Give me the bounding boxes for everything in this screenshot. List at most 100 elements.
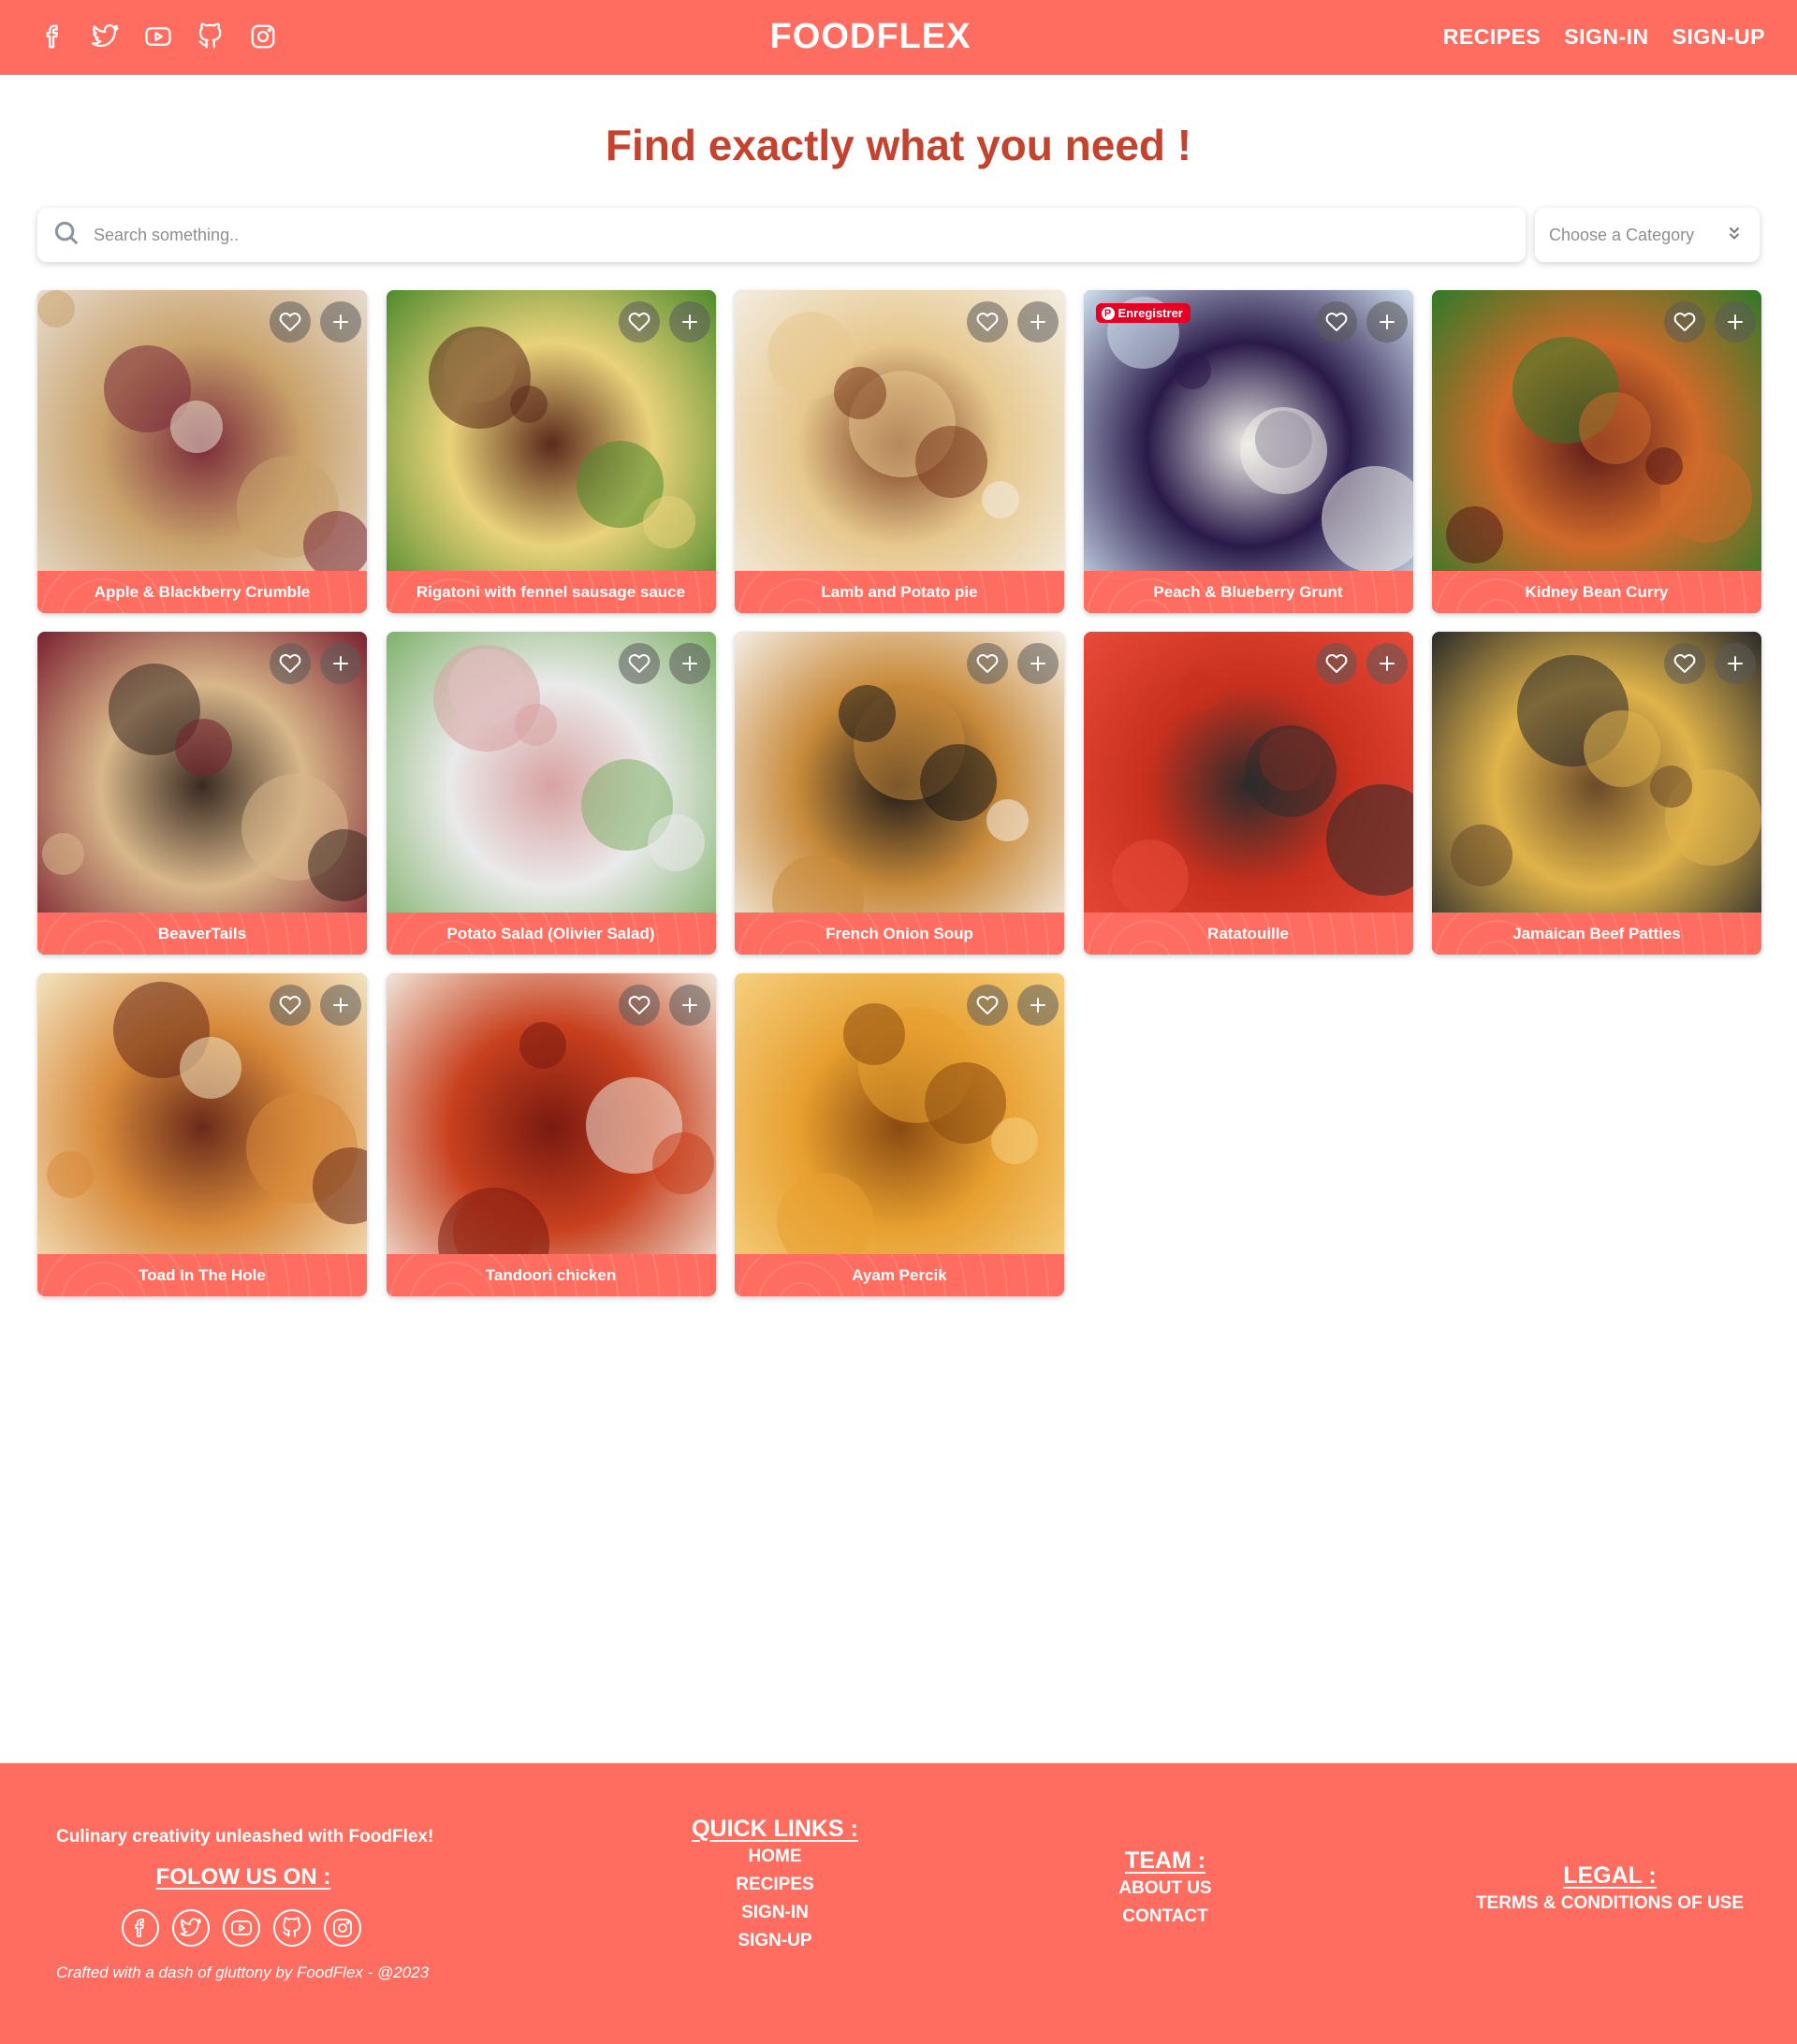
add-button[interactable] <box>668 643 710 684</box>
favorite-button[interactable] <box>967 985 1008 1026</box>
favorite-button[interactable] <box>618 643 660 684</box>
footer-link-sign-in[interactable]: SIGN-IN <box>681 1903 869 1923</box>
category-select[interactable]: Choose a Category <box>1535 208 1760 262</box>
nav-sign-up[interactable]: SIGN-UP <box>1673 24 1765 50</box>
add-button[interactable] <box>1017 301 1059 343</box>
recipe-name[interactable]: Lamb and Potato pie <box>735 571 1064 613</box>
card-actions <box>618 643 710 684</box>
favorite-button[interactable] <box>967 643 1008 684</box>
page-title: Find exactly what you need ! <box>605 121 1192 169</box>
footer-legal: LEGAL : TERMS & CONDITIONS OF USE <box>1460 1862 1760 1914</box>
recipe-name[interactable]: Toad In The Hole <box>37 1254 367 1296</box>
recipe-card[interactable]: Apple & Blackberry Crumble <box>37 290 367 613</box>
add-button[interactable] <box>1366 643 1408 684</box>
add-button[interactable] <box>1366 301 1408 343</box>
instagram-icon[interactable] <box>324 1909 361 1947</box>
food-texture <box>772 854 864 912</box>
recipe-card[interactable]: Kidney Bean Curry <box>1432 290 1761 613</box>
recipe-card[interactable]: Rigatoni with fennel sausage sauce <box>386 290 716 613</box>
footer-link-contact[interactable]: CONTACT <box>1072 1906 1259 1927</box>
footer-link-sign-up[interactable]: SIGN-UP <box>681 1931 869 1951</box>
food-texture <box>37 290 75 328</box>
food-texture <box>843 1003 905 1065</box>
add-button[interactable] <box>1017 643 1059 684</box>
add-button[interactable] <box>320 643 361 684</box>
twitter-icon[interactable] <box>172 1909 210 1947</box>
add-button[interactable] <box>320 301 361 343</box>
recipe-card[interactable]: Tandoori chicken <box>386 973 716 1296</box>
heart-icon <box>628 996 650 1015</box>
recipe-name[interactable]: Ayam Percik <box>735 1254 1064 1296</box>
add-button[interactable] <box>668 301 710 343</box>
heart-icon <box>628 313 650 331</box>
food-texture <box>1325 784 1413 896</box>
add-button[interactable] <box>1017 985 1059 1026</box>
recipe-name[interactable]: Jamaican Beef Patties <box>1432 912 1761 955</box>
footer-link-home[interactable]: HOME <box>681 1847 869 1867</box>
recipe-card[interactable]: Toad In The Hole <box>37 973 367 1296</box>
category-placeholder: Choose a Category <box>1549 225 1695 244</box>
food-texture <box>180 1037 241 1099</box>
heart-icon <box>279 654 301 673</box>
favorite-button[interactable] <box>1664 643 1705 684</box>
food-texture <box>1650 766 1692 808</box>
heart-icon <box>279 313 301 331</box>
favorite-button[interactable] <box>270 301 311 343</box>
recipe-card[interactable]: Potato Salad (Olivier Salad) <box>386 632 716 955</box>
pinterest-save-button[interactable]: P Enregistrer <box>1095 303 1191 323</box>
footer-link-terms[interactable]: TERMS & CONDITIONS OF USE <box>1460 1893 1760 1914</box>
favorite-button[interactable] <box>1664 301 1705 343</box>
favorite-button[interactable] <box>1315 643 1357 684</box>
recipe-name[interactable]: Apple & Blackberry Crumble <box>37 571 367 613</box>
recipe-card[interactable]: Jamaican Beef Patties <box>1432 632 1761 955</box>
favorite-button[interactable] <box>967 301 1008 343</box>
plus-icon <box>1030 998 1045 1013</box>
recipe-name[interactable]: Kidney Bean Curry <box>1432 571 1761 613</box>
favorite-button[interactable] <box>618 985 660 1026</box>
recipe-grid: Apple & Blackberry Crumble Rigatoni with … <box>37 290 1761 1296</box>
facebook-icon[interactable] <box>122 1909 159 1947</box>
favorite-button[interactable] <box>1315 301 1357 343</box>
add-button[interactable] <box>320 985 361 1026</box>
favorite-button[interactable] <box>270 985 311 1026</box>
youtube-icon[interactable] <box>223 1909 260 1947</box>
food-texture <box>1645 447 1683 485</box>
plus-icon <box>1379 656 1395 671</box>
nav-sign-in[interactable]: SIGN-IN <box>1564 24 1648 50</box>
search-icon <box>52 219 80 252</box>
github-icon[interactable] <box>273 1909 311 1947</box>
plus-icon <box>681 656 697 671</box>
recipe-name[interactable]: Tandoori chicken <box>386 1254 716 1296</box>
recipe-card[interactable]: BeaverTails <box>37 632 367 955</box>
favorite-button[interactable] <box>270 643 311 684</box>
team-title: TEAM : <box>1124 1847 1206 1874</box>
recipe-card[interactable]: Lamb and Potato pie <box>735 290 1064 613</box>
top-header: FOODFLEX RECIPES SIGN-IN SIGN-UP <box>0 0 1797 75</box>
nav-recipes[interactable]: RECIPES <box>1443 24 1541 50</box>
food-texture <box>1321 466 1413 571</box>
food-texture <box>642 496 695 548</box>
recipe-name[interactable]: Potato Salad (Olivier Salad) <box>386 912 716 955</box>
add-button[interactable] <box>1715 301 1756 343</box>
add-button[interactable] <box>1715 643 1756 684</box>
recipe-name[interactable]: French Onion Soup <box>735 912 1064 955</box>
food-texture <box>839 685 896 742</box>
heart-icon <box>1325 313 1347 331</box>
search-input[interactable] <box>94 225 1404 245</box>
add-button[interactable] <box>668 985 710 1026</box>
plus-icon <box>333 314 348 329</box>
recipe-name[interactable]: BeaverTails <box>37 912 367 955</box>
recipe-card[interactable]: Ratatouille <box>1083 632 1413 955</box>
recipe-name[interactable]: Rigatoni with fennel sausage sauce <box>386 571 716 613</box>
recipe-card[interactable]: French Onion Soup <box>735 632 1064 955</box>
favorite-button[interactable] <box>618 301 660 343</box>
heart-icon <box>279 996 301 1015</box>
recipe-name[interactable]: Ratatouille <box>1083 912 1413 955</box>
recipe-name[interactable]: Peach & Blueberry Grunt <box>1083 571 1413 613</box>
recipe-card[interactable]: P Enregistrer Peach & Blueberry Grunt <box>1083 290 1413 613</box>
card-actions <box>1315 643 1408 684</box>
recipe-card[interactable]: Ayam Percik <box>735 973 1064 1296</box>
heart-icon <box>976 313 999 331</box>
footer-link-recipes[interactable]: RECIPES <box>681 1875 869 1895</box>
footer-link-about-us[interactable]: ABOUT US <box>1072 1878 1259 1899</box>
